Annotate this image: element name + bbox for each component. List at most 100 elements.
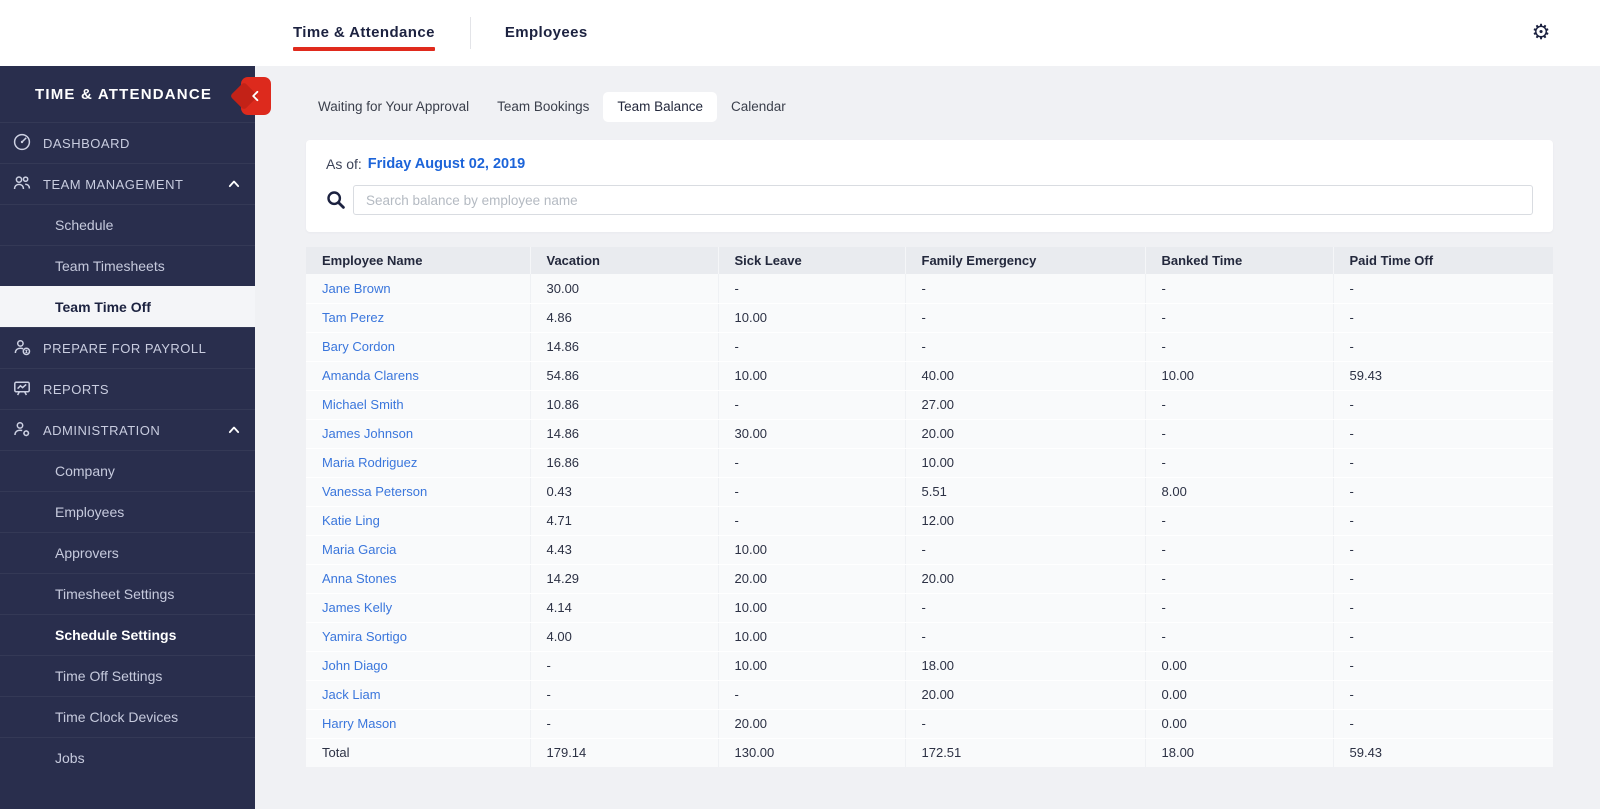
balance-cell: - <box>1332 303 1553 333</box>
balance-cell: 10.00 <box>717 622 905 652</box>
balance-cell: - <box>717 332 905 362</box>
sidebar-title: TIME & ATTENDANCE <box>35 85 213 103</box>
balance-cell: - <box>1144 332 1333 362</box>
balance-cell: - <box>904 622 1145 652</box>
admin-icon <box>12 419 34 441</box>
product-tab-time-attendance[interactable]: Time & Attendance <box>293 14 435 53</box>
team-icon <box>12 173 34 195</box>
balance-cell: - <box>1144 274 1333 304</box>
table-row: Maria Rodriguez 16.86-10.00- - <box>306 448 1553 478</box>
sidebar-item-time-clock-devices[interactable]: Time Clock Devices <box>0 696 255 737</box>
sidebar-item-label: Schedule Settings <box>55 627 177 643</box>
table-row: Anna Stones 14.29 20.00 20.00- - <box>306 564 1553 594</box>
as-of-label: As of: <box>326 156 362 172</box>
balance-cell: 10.00 <box>717 361 905 391</box>
balance-cell: 27.00 <box>904 390 1145 420</box>
sidebar-item-jobs[interactable]: Jobs <box>0 737 255 778</box>
tab-waiting-for-your-approval[interactable]: Waiting for Your Approval <box>304 92 483 122</box>
employee-link[interactable]: Amanda Clarens <box>322 368 419 383</box>
employee-link[interactable]: Vanessa Peterson <box>322 484 427 499</box>
sidebar-item-team-timesheets[interactable]: Team Timesheets <box>0 245 255 286</box>
balance-cell: 20.00 <box>717 564 905 594</box>
sidebar-item-label: PREPARE FOR PAYROLL <box>43 340 207 356</box>
sidebar-item-label: Company <box>55 463 115 479</box>
reports-icon <box>12 378 34 400</box>
balance-cell: - <box>1332 506 1553 536</box>
balance-cell: - <box>1144 390 1333 420</box>
table-row: Bary Cordon 14.86- - - - <box>306 332 1553 362</box>
balance-cell: 20.00 <box>904 419 1145 449</box>
as-of-date-link[interactable]: Friday August 02, 2019 <box>368 156 525 172</box>
balance-cell: - <box>1144 506 1333 536</box>
sidebar-item-approvers[interactable]: Approvers <box>0 532 255 573</box>
total-cell: 130.00 <box>717 737 905 767</box>
balance-cell: - <box>1144 593 1333 623</box>
total-cell: 59.43 <box>1332 737 1553 767</box>
employee-link[interactable]: Maria Rodriguez <box>322 455 417 470</box>
sidebar-item-company[interactable]: Company <box>0 450 255 491</box>
balance-cell: - <box>1332 274 1553 304</box>
balance-cell: 16.86 <box>529 448 718 478</box>
balance-cell: - <box>1144 448 1333 478</box>
balance-cell: 4.00 <box>529 622 718 652</box>
balance-cell: - <box>1332 477 1553 507</box>
employee-link[interactable]: Katie Ling <box>322 513 380 528</box>
sidebar-item-team-time-off[interactable]: Team Time Off <box>0 286 255 327</box>
balance-cell: 10.00 <box>717 535 905 565</box>
sidebar-item-label: TEAM MANAGEMENT <box>43 176 184 192</box>
employee-link[interactable]: Jane Brown <box>322 281 391 296</box>
total-cell: 18.00 <box>1144 737 1333 767</box>
sidebar-item-timesheet-settings[interactable]: Timesheet Settings <box>0 573 255 614</box>
balance-cell: 4.14 <box>529 593 718 623</box>
table-row: Tam Perez 4.86 10.00- - - <box>306 303 1553 333</box>
balance-cell: - <box>1332 593 1553 623</box>
balance-cell: 8.00 <box>1144 477 1333 507</box>
employee-link[interactable]: Bary Cordon <box>322 339 395 354</box>
sidebar-item-schedule[interactable]: Schedule <box>0 204 255 245</box>
sidebar-item-team-management[interactable]: TEAM MANAGEMENT <box>0 163 255 204</box>
employee-link[interactable]: James Kelly <box>322 600 392 615</box>
balance-cell: - <box>717 477 905 507</box>
section-tabs: Waiting for Your Approval Team Bookings Te… <box>255 66 1600 122</box>
product-tab-employees[interactable]: Employees <box>505 14 588 53</box>
table-row: James Kelly 4.14 10.00- - - <box>306 593 1553 623</box>
gear-icon[interactable]: ⚙︎ <box>1529 20 1553 44</box>
sidebar-item-employees[interactable]: Employees <box>0 491 255 532</box>
balance-cell: 20.00 <box>904 564 1145 594</box>
balance-cell: - <box>1144 303 1333 333</box>
employee-link[interactable]: James Johnson <box>322 426 413 441</box>
balance-cell: - <box>1332 651 1553 681</box>
table-total-row: Total 179.14 130.00 172.51 18.00 59.43 <box>306 737 1553 767</box>
balance-cell: 20.00 <box>717 709 905 739</box>
employee-link[interactable]: Harry Mason <box>322 716 396 731</box>
sidebar-collapse-button[interactable] <box>241 77 271 115</box>
sidebar-item-prepare-for-payroll[interactable]: PREPARE FOR PAYROLL <box>0 327 255 368</box>
dashboard-icon <box>12 132 34 154</box>
balance-cell: - <box>717 680 905 710</box>
employee-link[interactable]: Jack Liam <box>322 687 381 702</box>
sidebar-item-reports[interactable]: REPORTS <box>0 368 255 409</box>
balance-cell: 20.00 <box>904 680 1145 710</box>
employee-link[interactable]: Maria Garcia <box>322 542 396 557</box>
employee-link[interactable]: Michael Smith <box>322 397 404 412</box>
tab-calendar[interactable]: Calendar <box>717 92 800 122</box>
balance-cell: 4.86 <box>529 303 718 333</box>
sidebar-item-time-off-settings[interactable]: Time Off Settings <box>0 655 255 696</box>
sidebar-item-label: Team Timesheets <box>55 258 165 274</box>
balance-cell: 0.00 <box>1144 709 1333 739</box>
sidebar-item-dashboard[interactable]: DASHBOARD <box>0 122 255 163</box>
search-input[interactable] <box>353 185 1533 215</box>
employee-link[interactable]: John Diago <box>322 658 388 673</box>
tab-team-bookings[interactable]: Team Bookings <box>483 92 603 122</box>
employee-link[interactable]: Tam Perez <box>322 310 384 325</box>
employee-link[interactable]: Yamira Sortigo <box>322 629 407 644</box>
sidebar-item-label: Jobs <box>55 750 85 766</box>
sidebar-item-schedule-settings[interactable]: Schedule Settings <box>0 614 255 655</box>
sidebar-item-label: Employees <box>55 504 125 520</box>
sidebar-item-administration[interactable]: ADMINISTRATION <box>0 409 255 450</box>
balance-cell: - <box>904 303 1145 333</box>
employee-link[interactable]: Anna Stones <box>322 571 396 586</box>
balance-cell: 10.00 <box>904 448 1145 478</box>
tab-divider <box>469 17 471 49</box>
tab-team-balance[interactable]: Team Balance <box>603 92 717 122</box>
